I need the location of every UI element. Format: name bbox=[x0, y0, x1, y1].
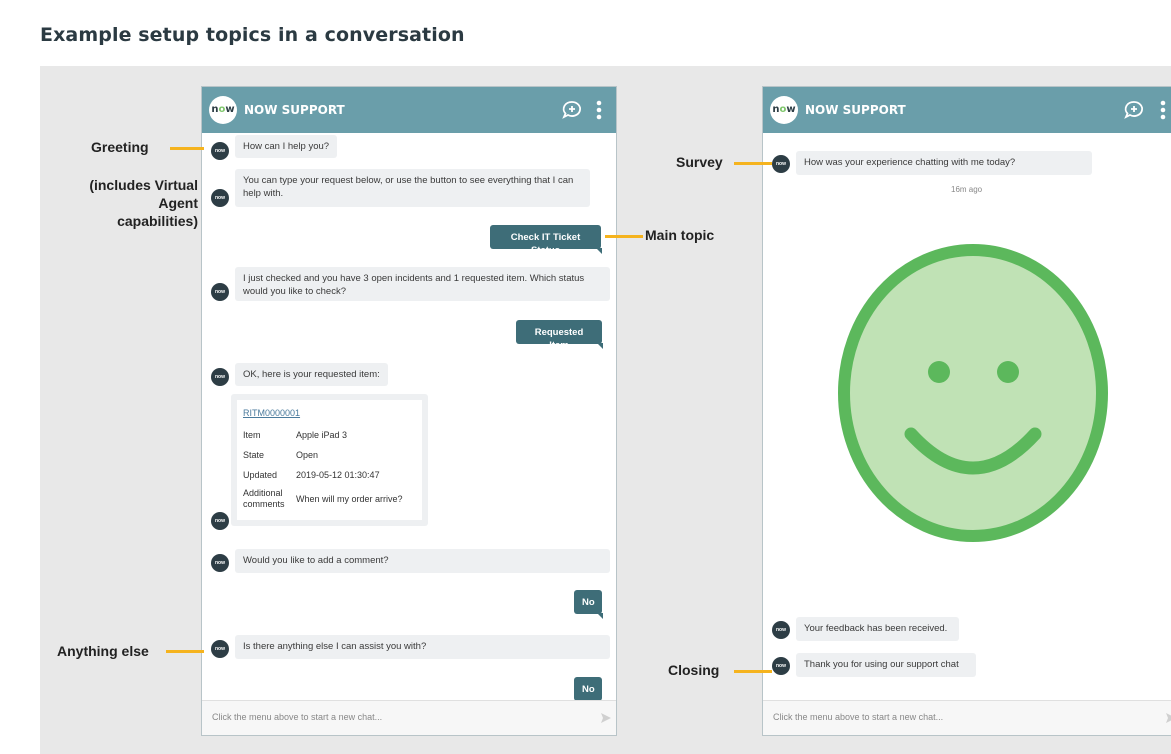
message-input[interactable]: Click the menu above to start a new chat… bbox=[212, 712, 382, 722]
card-value: When will my order arrive? bbox=[296, 494, 403, 504]
callout-anything-else: Anything else bbox=[57, 643, 149, 659]
message-thanks: Thank you for using our support chat bbox=[796, 653, 976, 677]
card-value: Apple iPad 3 bbox=[296, 430, 348, 440]
message-survey: How was your experience chatting with me… bbox=[796, 151, 1092, 175]
send-icon[interactable] bbox=[1165, 712, 1171, 724]
bot-avatar: now bbox=[211, 554, 229, 572]
callout-line bbox=[734, 670, 772, 673]
card-label: Additional comments bbox=[243, 488, 285, 509]
chat-footer: Click the menu above to start a new chat… bbox=[763, 700, 1171, 735]
bot-avatar: now bbox=[211, 189, 229, 207]
callout-line bbox=[166, 650, 204, 653]
chat-plus-icon[interactable] bbox=[1123, 100, 1145, 120]
message-feedback: Your feedback has been received. bbox=[796, 617, 959, 641]
bot-avatar: now bbox=[211, 640, 229, 658]
bot-avatar: now bbox=[211, 512, 229, 530]
bot-avatar: now bbox=[772, 657, 790, 675]
page-title: Example setup topics in a conversation bbox=[40, 24, 465, 46]
bot-avatar: now bbox=[211, 142, 229, 160]
send-icon[interactable] bbox=[600, 712, 612, 724]
message-greeting: How can I help you? bbox=[235, 135, 338, 158]
message-no: No bbox=[574, 590, 603, 619]
message-capabilities: You can type your request below, or use … bbox=[235, 169, 590, 207]
callout-greeting: Greeting bbox=[91, 139, 149, 155]
vertical-dots-icon[interactable] bbox=[1160, 100, 1166, 120]
chat-plus-icon[interactable] bbox=[561, 100, 583, 120]
chat-header: now NOW SUPPORT bbox=[202, 87, 616, 133]
bot-avatar: now bbox=[211, 283, 229, 301]
message-anything-else: Is there anything else I can assist you … bbox=[235, 635, 610, 659]
callout-line bbox=[734, 162, 772, 165]
callout-main-topic: Main topic bbox=[645, 227, 715, 243]
bot-avatar: now bbox=[211, 368, 229, 386]
message-check-status: Check IT Ticket Status bbox=[490, 225, 602, 256]
message-here-is: OK, here is your requested item: bbox=[235, 363, 388, 386]
card-label: State bbox=[243, 450, 265, 460]
message-timestamp: 16m ago bbox=[951, 185, 983, 194]
card-label: Updated bbox=[243, 470, 278, 480]
requested-item-card: RITM0000001 Item Apple iPad 3 State Open… bbox=[231, 394, 428, 526]
brand-name: NOW SUPPORT bbox=[805, 103, 906, 117]
message-no: No bbox=[574, 677, 603, 706]
chat-window-left: now NOW SUPPORT now How can I help you? … bbox=[201, 86, 617, 736]
card-label: Item bbox=[243, 430, 261, 440]
callout-survey: Survey bbox=[676, 154, 723, 170]
now-logo: now bbox=[209, 96, 237, 124]
message-requested-item: Requested Item bbox=[516, 320, 603, 351]
callout-closing: Closing bbox=[668, 662, 720, 678]
message-add-comment: Would you like to add a comment? bbox=[235, 549, 610, 573]
chat-header: now NOW SUPPORT bbox=[763, 87, 1171, 133]
card-value: Open bbox=[296, 450, 319, 460]
callout-line bbox=[605, 235, 643, 238]
card-body: RITM0000001 Item Apple iPad 3 State Open… bbox=[237, 400, 422, 520]
bot-avatar: now bbox=[772, 155, 790, 173]
message-input[interactable]: Click the menu above to start a new chat… bbox=[773, 712, 943, 722]
bot-avatar: now bbox=[772, 621, 790, 639]
smiley-face-icon[interactable] bbox=[838, 244, 1108, 542]
callout-greeting-note: (includes Virtual Agent capabilities) bbox=[89, 177, 198, 229]
message-incidents: I just checked and you have 3 open incid… bbox=[235, 267, 610, 301]
chat-footer: Click the menu above to start a new chat… bbox=[202, 700, 616, 735]
now-logo: now bbox=[770, 96, 798, 124]
card-value: 2019-05-12 01:30:47 bbox=[296, 470, 380, 480]
ritm-link[interactable]: RITM0000001 bbox=[243, 408, 300, 418]
brand-name: NOW SUPPORT bbox=[244, 103, 345, 117]
vertical-dots-icon[interactable] bbox=[596, 100, 602, 120]
callout-line bbox=[170, 147, 204, 150]
